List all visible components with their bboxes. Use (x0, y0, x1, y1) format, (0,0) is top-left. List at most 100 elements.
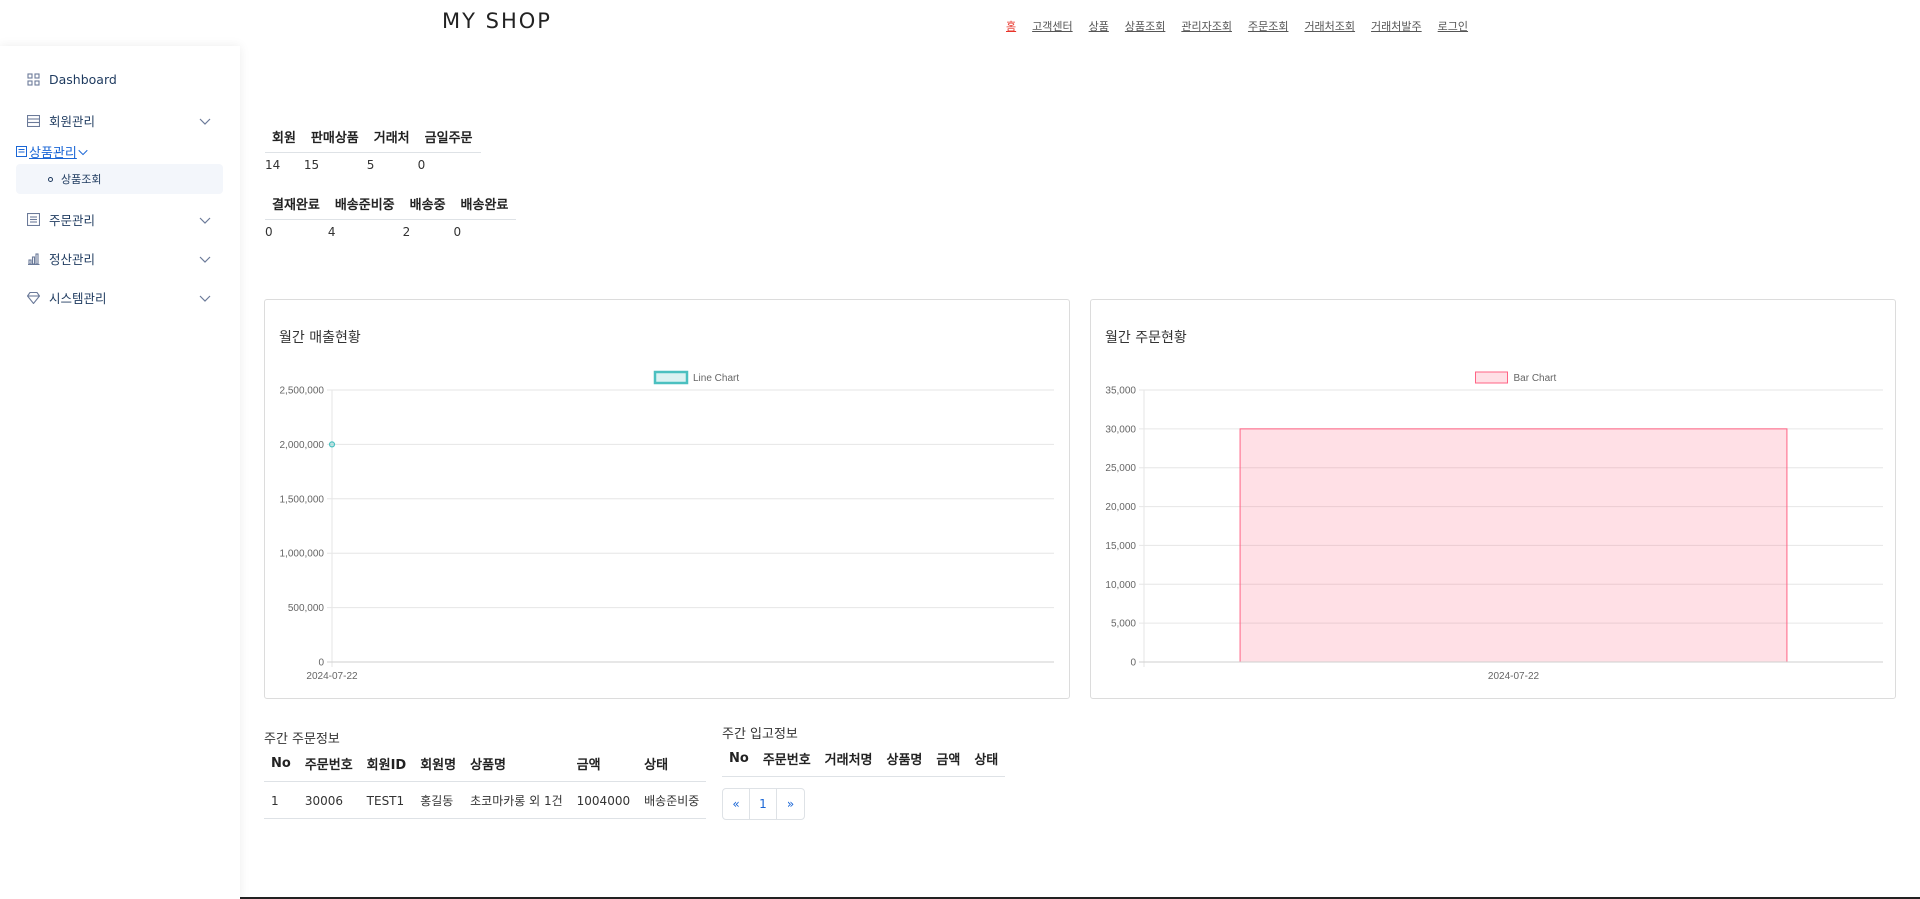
line-chart: 0 500,000 1,000,000 1,500,000 2,000,000 2,500… (280, 370, 1054, 682)
legend-label: Line Chart (693, 373, 739, 384)
stat-header: 결재완료 (265, 189, 328, 220)
stat-header: 배송중 (402, 189, 454, 220)
sidebar-item-settlement[interactable]: 정산관리 (26, 249, 212, 268)
sidebar-item-label: 회원관리 (49, 114, 96, 129)
column-header: 상품명 (879, 743, 930, 777)
table-cell: 배송준비중 (637, 781, 707, 819)
chevron-down-icon (199, 217, 211, 224)
y-tick-label: 0 (1130, 658, 1136, 669)
y-tick-label: 2,000,000 (280, 440, 325, 451)
next-page-button[interactable]: » (777, 789, 804, 819)
y-tick-label: 30,000 (1105, 424, 1136, 435)
sidebar-item-dashboard[interactable]: Dashboard (26, 72, 212, 87)
nav-vendor-search[interactable]: 거래처조회 (1304, 18, 1355, 34)
monthly-sales-card: 월간 매출현황 0 500,000 1,000,000 1,500,000 2,000,… (264, 299, 1070, 699)
stat-value: 0 (417, 158, 426, 172)
legend-label: Bar Chart (1514, 373, 1557, 384)
sidebar: Dashboard 회원관리 상품관리 상품조회 주문관리 정산관리 시스템관리 (0, 46, 240, 899)
column-header: 상태 (967, 743, 1006, 777)
table-cell: 30006 (297, 781, 360, 819)
nav-product-search[interactable]: 상품조회 (1125, 18, 1165, 34)
table-cell: 홍길동 (413, 781, 464, 819)
x-tick-label: 2024-07-22 (306, 671, 358, 682)
stat-value: 15 (303, 158, 320, 172)
nav-order-search[interactable]: 주문조회 (1248, 18, 1288, 34)
top-nav: 홈 고객센터 상품 상품조회 관리자조회 주문조회 거래처조회 거래처발주 로그… (1006, 18, 1468, 34)
y-tick-label: 0 (318, 658, 324, 669)
nav-vendor-order[interactable]: 거래처발주 (1371, 18, 1422, 34)
data-point (328, 441, 336, 448)
table-cell: 초코마카롱 외 1건 (463, 781, 570, 819)
column-header: No (264, 748, 298, 782)
y-tick-label: 10,000 (1105, 580, 1136, 591)
table-cell: 1004000 (569, 781, 638, 819)
column-header: 주문번호 (755, 743, 818, 777)
bar-chart-icon (26, 252, 40, 266)
y-tick-label: 2,500,000 (280, 386, 325, 397)
legend-swatch (1475, 371, 1508, 384)
delivery-status-table: 결재완료 배송준비중 배송중 배송완료 0 4 2 0 (265, 189, 517, 239)
weekly-orders-table: No 주문번호 회원ID 회원명 상품명 금액 상태 1 30006 TEST1… (264, 748, 707, 819)
stat-value: 2 (402, 225, 411, 239)
sidebar-item-system[interactable]: 시스템관리 (26, 288, 212, 307)
column-header: No (722, 743, 756, 777)
list-icon (26, 213, 40, 227)
nav-login[interactable]: 로그인 (1438, 18, 1468, 34)
grid-icon (26, 73, 40, 87)
column-header: 주문번호 (297, 748, 360, 782)
nav-product[interactable]: 상품 (1089, 18, 1109, 34)
page-button[interactable]: 1 (750, 789, 777, 819)
column-header: 거래처명 (817, 743, 880, 777)
table-row[interactable]: 1 30006 TEST1 홍길동 초코마카롱 외 1건 1004000 배송준… (264, 781, 707, 819)
y-tick-label: 35,000 (1105, 386, 1136, 397)
pagination: « 1 » (722, 788, 805, 820)
table-cell: TEST1 (359, 781, 414, 819)
column-header: 회원ID (359, 748, 414, 782)
nav-admin-search[interactable]: 관리자조회 (1181, 18, 1232, 34)
sidebar-item-label: 상품관리 (29, 146, 77, 161)
y-tick-label: 5,000 (1111, 619, 1136, 630)
column-header: 금액 (569, 748, 638, 782)
stat-header: 배송완료 (453, 189, 517, 220)
sidebar-item-label: 정산관리 (49, 252, 96, 267)
weekly-stock-title: 주간 입고정보 (722, 727, 798, 742)
y-tick-label: 20,000 (1105, 502, 1136, 513)
stat-header: 배송준비중 (327, 189, 403, 220)
sidebar-item-order[interactable]: 주문관리 (26, 210, 212, 229)
y-tick-label: 15,000 (1105, 541, 1136, 552)
y-tick-label: 500,000 (288, 603, 325, 614)
legend-swatch (653, 370, 689, 385)
sidebar-item-label: 주문관리 (49, 213, 96, 228)
prev-page-button[interactable]: « (723, 789, 750, 819)
chevron-down-icon (199, 118, 211, 125)
column-header: 상품명 (463, 748, 570, 782)
column-header: 회원명 (413, 748, 464, 782)
circle-icon (48, 176, 53, 182)
summary-table: 회원 판매상품 거래처 금일주문 14 15 5 0 (265, 122, 481, 172)
sidebar-item-product[interactable]: 상품관리 (16, 142, 89, 161)
sidebar-item-member[interactable]: 회원관리 (26, 111, 212, 130)
brand-logo[interactable]: MY SHOP (442, 9, 552, 33)
x-tick-label: 2024-07-22 (1488, 671, 1540, 682)
table-icon (26, 114, 40, 128)
table-cell: 1 (264, 781, 298, 819)
nav-customer-center[interactable]: 고객센터 (1032, 18, 1072, 34)
weekly-stock-table: No 주문번호 거래처명 상품명 금액 상태 (722, 743, 1006, 777)
stat-value: 0 (265, 225, 273, 239)
y-tick-label: 1,500,000 (280, 494, 325, 505)
sidebar-item-label: Dashboard (49, 72, 117, 87)
top-header: MY SHOP 홈 고객센터 상품 상품조회 관리자조회 주문조회 거래처조회 … (0, 0, 1920, 46)
stat-header: 금일주문 (417, 122, 481, 153)
sidebar-subitem-product-search[interactable]: 상품조회 (16, 164, 223, 194)
sidebar-item-label: 시스템관리 (49, 291, 107, 306)
bar (1239, 428, 1788, 663)
stat-value: 14 (265, 158, 281, 172)
stat-value: 4 (327, 225, 336, 239)
stat-value: 5 (366, 158, 375, 172)
weekly-orders-title: 주간 주문정보 (264, 732, 340, 747)
document-icon (16, 146, 27, 157)
nav-home[interactable]: 홈 (1006, 18, 1016, 34)
stat-header: 회원 (265, 122, 304, 153)
y-tick-label: 1,000,000 (280, 549, 325, 560)
stat-header: 판매상품 (303, 122, 367, 153)
